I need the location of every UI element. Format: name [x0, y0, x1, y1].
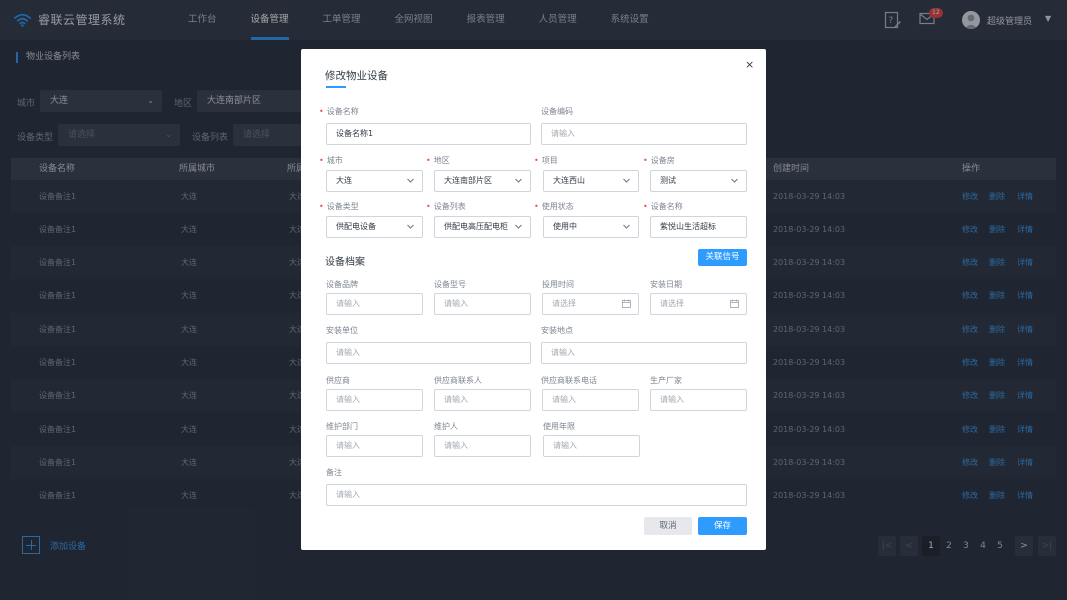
brand-label: 设备品牌	[326, 280, 358, 289]
install-place-label: 安装地点	[541, 326, 573, 335]
area-select[interactable]: 大连南部片区	[434, 170, 531, 192]
chevron-down-icon	[407, 178, 414, 183]
area-select-value: 大连南部片区	[444, 176, 492, 185]
chevron-down-icon	[515, 224, 522, 229]
cancel-button[interactable]: 取消	[644, 517, 692, 535]
model-label: 设备型号	[434, 280, 466, 289]
equipment-room-label: • 设备房	[643, 156, 675, 165]
maintainer-input[interactable]: 请输入	[434, 435, 531, 457]
install-unit-label: 安装单位	[326, 326, 358, 335]
supplier-input[interactable]: 请输入	[326, 389, 423, 411]
manufacturer-label: 生产厂家	[650, 376, 682, 385]
supplier-label: 供应商	[326, 376, 350, 385]
device-list-value: 供配电高压配电柜	[444, 222, 508, 231]
usage-status-value: 使用中	[553, 222, 577, 231]
city-label: • 城市	[319, 156, 343, 165]
city-select[interactable]: 大连	[326, 170, 423, 192]
device-type-value: 供配电设备	[336, 222, 376, 231]
city-select-value: 大连	[336, 176, 352, 185]
use-time-placeholder: 请选择	[552, 299, 576, 308]
supplier-phone-input[interactable]: 请输入	[542, 389, 639, 411]
modal-title: 修改物业设备	[325, 70, 388, 82]
supplier-contact-input[interactable]: 请输入	[434, 389, 531, 411]
brand-input[interactable]: 请输入	[326, 293, 423, 315]
device-code-label: 设备编码	[541, 107, 573, 116]
install-date-datepicker[interactable]: 请选择	[650, 293, 747, 315]
device-list-label: • 设备列表	[426, 202, 466, 211]
manufacturer-input[interactable]: 请输入	[650, 389, 747, 411]
equipment-room-value: 测试	[660, 176, 676, 185]
maintenance-dept-input[interactable]: 请输入	[326, 435, 423, 457]
model-input[interactable]: 请输入	[434, 293, 531, 315]
maintainer-label: 维护人	[434, 422, 458, 431]
remark-input[interactable]: 请输入	[326, 484, 747, 506]
service-years-label: 使用年限	[543, 422, 575, 431]
device-name-2-input[interactable]: 紫悦山生活超标	[650, 216, 747, 238]
supplier-contact-label: 供应商联系人	[434, 376, 482, 385]
project-select-value: 大连西山	[553, 176, 585, 185]
usage-status-select[interactable]: 使用中	[543, 216, 639, 238]
link-signal-button[interactable]: 关联信号	[698, 249, 747, 266]
chevron-down-icon	[623, 224, 630, 229]
chevron-down-icon	[623, 178, 630, 183]
device-name-input[interactable]: 设备名称1	[326, 123, 531, 145]
device-type-select[interactable]: 供配电设备	[326, 216, 423, 238]
device-list-select[interactable]: 供配电高压配电柜	[434, 216, 531, 238]
install-unit-input[interactable]: 请输入	[326, 342, 531, 364]
maintenance-dept-label: 维护部门	[326, 422, 358, 431]
project-label: • 项目	[534, 156, 558, 165]
modal-title-underline	[326, 86, 346, 88]
device-name-label: • 设备名称	[319, 107, 359, 116]
chevron-down-icon	[515, 178, 522, 183]
use-time-datepicker[interactable]: 请选择	[542, 293, 639, 315]
equipment-room-select[interactable]: 测试	[650, 170, 747, 192]
install-date-label: 安装日期	[650, 280, 682, 289]
install-date-placeholder: 请选择	[660, 299, 684, 308]
remark-label: 备注	[326, 468, 342, 477]
device-type-label: • 设备类型	[319, 202, 359, 211]
device-archive-section-title: 设备档案	[325, 257, 365, 268]
calendar-icon	[730, 299, 739, 308]
close-icon[interactable]: ×	[745, 58, 754, 71]
edit-device-modal: 修改物业设备 × • 设备名称 设备名称1 设备编码 请输入 • 城市 大连 • 地区…	[301, 49, 766, 550]
chevron-down-icon	[407, 224, 414, 229]
calendar-icon	[622, 299, 631, 308]
device-code-input[interactable]: 请输入	[541, 123, 747, 145]
device-name-2-label: • 设备名称	[643, 202, 683, 211]
install-place-input[interactable]: 请输入	[541, 342, 747, 364]
project-select[interactable]: 大连西山	[543, 170, 639, 192]
use-time-label: 投用时间	[542, 280, 574, 289]
supplier-phone-label: 供应商联系电话	[541, 376, 597, 385]
area-label: • 地区	[426, 156, 450, 165]
service-years-input[interactable]: 请输入	[543, 435, 640, 457]
chevron-down-icon	[731, 178, 738, 183]
save-button[interactable]: 保存	[698, 517, 747, 535]
usage-status-label: • 使用状态	[534, 202, 574, 211]
